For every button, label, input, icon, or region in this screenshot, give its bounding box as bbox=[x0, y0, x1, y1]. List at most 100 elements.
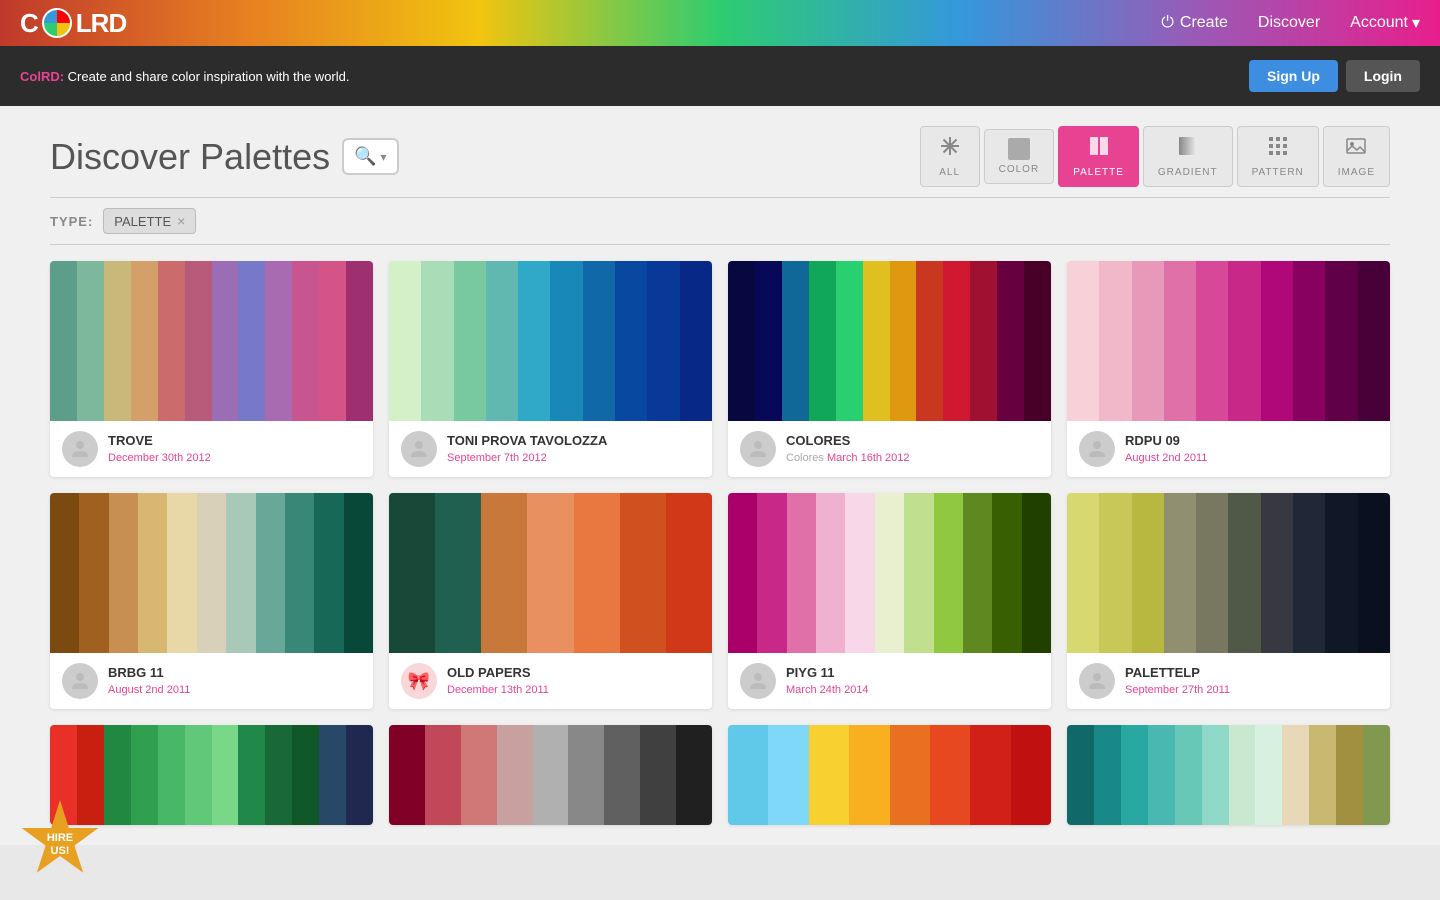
account-label: Account bbox=[1350, 14, 1408, 32]
page-title: Discover Palettes bbox=[50, 136, 330, 178]
color-strip bbox=[604, 725, 640, 825]
color-strip bbox=[904, 493, 933, 653]
signup-button[interactable]: Sign Up bbox=[1249, 60, 1338, 92]
filter-tab-color[interactable]: COLOR bbox=[984, 129, 1055, 184]
color-strip bbox=[77, 725, 104, 825]
avatar bbox=[1079, 431, 1115, 467]
palette-colors-partial2 bbox=[389, 725, 712, 825]
palette-card-colores[interactable]: COLORESColores March 16th 2012 bbox=[728, 261, 1051, 477]
palette-card-partial3[interactable] bbox=[728, 725, 1051, 825]
filter-tab-image[interactable]: IMAGE bbox=[1323, 126, 1390, 187]
color-strip bbox=[1228, 261, 1260, 421]
color-strip bbox=[1325, 493, 1357, 653]
palette-card-trove[interactable]: TROVEDecember 30th 2012 bbox=[50, 261, 373, 477]
discover-link[interactable]: Discover bbox=[1258, 14, 1320, 32]
palette-card-partial4[interactable] bbox=[1067, 725, 1390, 825]
color-strip bbox=[314, 493, 343, 653]
color-strip bbox=[104, 725, 131, 825]
palette-meta-brbg11: BRBG 11August 2nd 2011 bbox=[108, 665, 361, 698]
color-strip bbox=[1148, 725, 1175, 825]
palette-card-rdpu09[interactable]: RDPU 09August 2nd 2011 bbox=[1067, 261, 1390, 477]
color-strip bbox=[640, 725, 676, 825]
palette-info-piyg11: PIYG 11March 24th 2014 bbox=[728, 653, 1051, 709]
palette-colors-partial1 bbox=[50, 725, 373, 825]
palette-colors-colores bbox=[728, 261, 1051, 421]
palette-date: August 2nd 2011 bbox=[108, 680, 361, 698]
color-strip bbox=[816, 493, 845, 653]
gradient-tab-icon bbox=[1177, 135, 1199, 163]
filter-tab-pattern[interactable]: PATTERN bbox=[1237, 126, 1319, 187]
login-button[interactable]: Login bbox=[1346, 60, 1420, 92]
color-strip bbox=[1261, 261, 1293, 421]
color-strip bbox=[185, 261, 212, 421]
color-strip bbox=[890, 725, 930, 825]
color-strip bbox=[916, 261, 943, 421]
color-strip bbox=[574, 493, 620, 653]
filter-tab-all[interactable]: ALL bbox=[920, 126, 980, 187]
color-strip bbox=[533, 725, 569, 825]
hire-line2: US! bbox=[47, 845, 73, 858]
color-strip bbox=[77, 261, 104, 421]
color-strip bbox=[256, 493, 285, 653]
color-strip bbox=[728, 261, 755, 421]
palette-card-brbg11[interactable]: BRBG 11August 2nd 2011 bbox=[50, 493, 373, 709]
palette-info-old-papers: 🎀OLD PAPERSDecember 13th 2011 bbox=[389, 653, 712, 709]
search-box[interactable]: 🔍 ▾ bbox=[342, 138, 398, 175]
color-strip bbox=[1067, 493, 1099, 653]
color-strip bbox=[285, 493, 314, 653]
palette-card-partial2[interactable] bbox=[389, 725, 712, 825]
palette-card-partial1[interactable] bbox=[50, 725, 373, 825]
palette-card-piyg11[interactable]: PIYG 11March 24th 2014 bbox=[728, 493, 1051, 709]
color-strip bbox=[1255, 725, 1282, 825]
color-strip bbox=[1022, 493, 1051, 653]
color-strip bbox=[131, 261, 158, 421]
color-strip bbox=[930, 725, 970, 825]
palette-colors-palettelp bbox=[1067, 493, 1390, 653]
color-strip bbox=[809, 261, 836, 421]
palette-colors-partial4 bbox=[1067, 725, 1390, 825]
color-strip bbox=[50, 493, 79, 653]
page-content: Discover Palettes 🔍 ▾ ALLCOLORPALETTEGRA… bbox=[0, 106, 1440, 845]
color-strip bbox=[1282, 725, 1309, 825]
color-strip bbox=[1164, 261, 1196, 421]
palette-meta-palettelp: PALETTELPSeptember 27th 2011 bbox=[1125, 665, 1378, 698]
avatar bbox=[62, 663, 98, 699]
all-tab-icon bbox=[939, 135, 961, 163]
color-strip bbox=[845, 493, 874, 653]
filter-tab-gradient[interactable]: GRADIENT bbox=[1143, 126, 1233, 187]
filter-tab-palette[interactable]: PALETTE bbox=[1058, 126, 1139, 187]
image-tab-label: IMAGE bbox=[1338, 167, 1375, 178]
color-strip bbox=[50, 261, 77, 421]
color-strip bbox=[1363, 725, 1390, 825]
color-strip bbox=[346, 261, 373, 421]
palette-meta-trove: TROVEDecember 30th 2012 bbox=[108, 433, 361, 466]
search-dropdown-icon: ▾ bbox=[381, 150, 387, 164]
palette-date: September 7th 2012 bbox=[447, 448, 700, 466]
palette-card-palettelp[interactable]: PALETTELPSeptember 27th 2011 bbox=[1067, 493, 1390, 709]
color-strip bbox=[615, 261, 647, 421]
color-strip bbox=[550, 261, 582, 421]
hire-badge-text: HIRE US! bbox=[47, 832, 73, 858]
color-strip bbox=[425, 725, 461, 825]
create-label: Create bbox=[1180, 14, 1228, 32]
color-strip bbox=[890, 261, 917, 421]
palette-card-toni-prova[interactable]: TONI PROVA TAVOLOZZASeptember 7th 2012 bbox=[389, 261, 712, 477]
palette-card-old-papers[interactable]: 🎀OLD PAPERSDecember 13th 2011 bbox=[389, 493, 712, 709]
palette-name: COLORES bbox=[786, 433, 1039, 448]
account-link[interactable]: Account ▾ bbox=[1350, 13, 1420, 33]
avatar bbox=[62, 431, 98, 467]
color-strip bbox=[292, 261, 319, 421]
logo[interactable]: C LRD bbox=[20, 8, 126, 39]
type-tag-palette[interactable]: PALETTE × bbox=[103, 208, 196, 234]
palette-colors-old-papers bbox=[389, 493, 712, 653]
color-strip bbox=[497, 725, 533, 825]
palette-info-rdpu09: RDPU 09August 2nd 2011 bbox=[1067, 421, 1390, 477]
color-strip bbox=[389, 493, 435, 653]
palette-colors-brbg11 bbox=[50, 493, 373, 653]
color-strip bbox=[131, 725, 158, 825]
color-strip bbox=[454, 261, 486, 421]
header: C LRD ⏻ Create Discover Account ▾ bbox=[0, 0, 1440, 46]
type-tag-remove-icon[interactable]: × bbox=[177, 213, 185, 229]
create-link[interactable]: ⏻ Create bbox=[1161, 14, 1228, 32]
color-strip bbox=[666, 493, 712, 653]
